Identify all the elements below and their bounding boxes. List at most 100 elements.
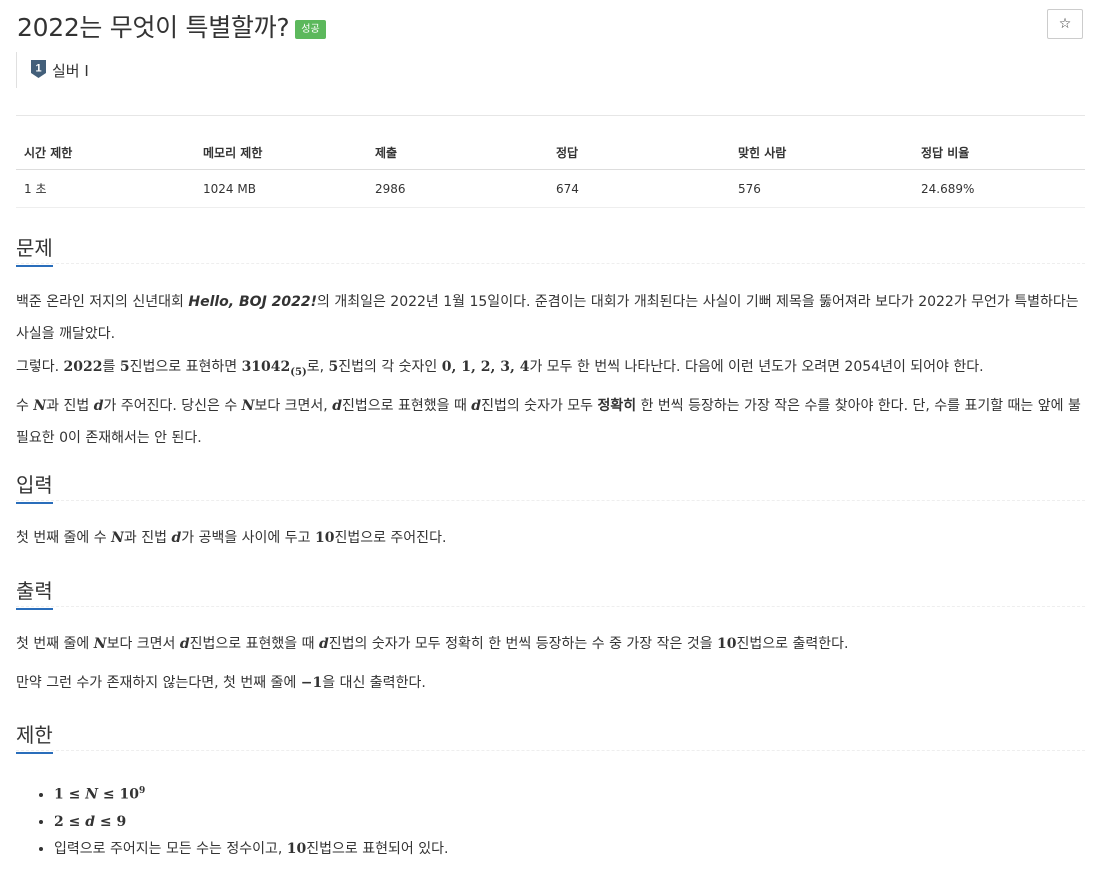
- text: 진법으로 표현했을 때: [342, 398, 472, 414]
- tier-icon-number: 1: [35, 63, 41, 75]
- section-divider: [16, 500, 1085, 501]
- tier-label[interactable]: 실버 I: [52, 60, 89, 81]
- heading-underline: [16, 752, 53, 754]
- memory-limit-value: 1024 MB: [195, 169, 367, 208]
- tier-info: 1 실버 I: [16, 52, 89, 88]
- accept-ratio-value: 24.689%: [913, 169, 1085, 208]
- text: 그렇다.: [16, 359, 64, 375]
- math: 10: [717, 636, 737, 652]
- star-icon: ☆: [1058, 16, 1072, 32]
- section-divider: [16, 263, 1085, 264]
- solved-users-value[interactable]: 576: [730, 169, 913, 208]
- heading-underline: [16, 608, 53, 610]
- math: N: [241, 398, 255, 414]
- list-item: 1 ≤ N ≤ 109: [54, 778, 448, 809]
- output-heading: 출력: [16, 575, 53, 610]
- text: 진법의 숫자가 모두 정확히 한 번씩 등장하는 수 중 가장 작은 것을: [328, 636, 718, 652]
- math: d: [93, 398, 104, 414]
- time-limit-value: 1 초: [16, 169, 195, 208]
- list-item: 2 ≤ d ≤ 9: [54, 809, 448, 836]
- problem-info-table: 시간 제한 메모리 제한 제출 정답 맞힌 사람 정답 비율 1 초 1024 …: [16, 135, 1085, 208]
- text: 진법으로 주어진다.: [334, 530, 447, 546]
- problem-description-p2: 그렇다. 2022를 5진법으로 표현하면 31042(5)로, 5진법의 각 …: [16, 351, 1086, 389]
- text: 입력으로 주어지는 모든 수는 정수이고,: [54, 840, 287, 857]
- text: 가 주어진다. 당신은 수: [103, 398, 242, 414]
- text: 과 진법: [123, 530, 172, 546]
- text: 첫 번째 줄에: [16, 636, 94, 652]
- text: 보다 크면서,: [254, 398, 333, 414]
- math: d: [332, 398, 343, 414]
- problem-description-p3: 수 N과 진법 d가 주어진다. 당신은 수 N보다 크면서, d진법으로 표현…: [16, 390, 1086, 454]
- text: 진법으로 표현하면: [129, 359, 242, 375]
- math: 1 ≤: [54, 786, 86, 803]
- silver-tier-icon: 1: [31, 60, 46, 78]
- text: 진법의 숫자가 모두: [481, 398, 598, 414]
- list-item: 입력으로 주어지는 모든 수는 정수이고, 10진법으로 표현되어 있다.: [54, 836, 448, 863]
- text: 보다 크면서: [106, 636, 180, 652]
- math-subscript: (5): [290, 366, 307, 378]
- math: 5: [328, 359, 339, 375]
- math: N: [33, 398, 47, 414]
- problem-heading-text: 문제: [16, 236, 53, 260]
- text: 을 대신 출력한다.: [322, 675, 426, 691]
- text: 만약 그런 수가 존재하지 않는다면, 첫 번째 줄에: [16, 675, 301, 691]
- math: N: [93, 636, 107, 652]
- math: d: [85, 813, 96, 830]
- math: 10: [286, 840, 307, 857]
- section-divider: [16, 750, 1085, 751]
- accepted-value[interactable]: 674: [548, 169, 730, 208]
- math: d: [171, 530, 182, 546]
- submissions-value[interactable]: 2986: [367, 169, 548, 208]
- math: N: [85, 786, 99, 803]
- output-heading-text: 출력: [16, 579, 53, 603]
- math: ≤ 10: [98, 786, 139, 803]
- problem-title: 2022는 무엇이 특별할까?: [17, 13, 290, 42]
- input-description: 첫 번째 줄에 수 N과 진법 d가 공백을 사이에 두고 10진법으로 주어진…: [16, 522, 1086, 555]
- math: d: [179, 636, 190, 652]
- status-badge: 성공: [295, 19, 326, 39]
- heading-underline: [16, 502, 53, 504]
- math: 10: [314, 530, 335, 546]
- math: 31042: [241, 359, 291, 375]
- math-superscript: 9: [139, 786, 146, 796]
- text: 진법으로 표현되어 있다.: [306, 840, 449, 857]
- text: 로,: [306, 359, 329, 375]
- math: 0, 1, 2, 3, 4: [441, 359, 530, 375]
- heading-underline: [16, 265, 53, 267]
- emphasis: 정확히: [597, 398, 637, 414]
- limit-list: 1 ≤ N ≤ 109 2 ≤ d ≤ 9 입력으로 주어지는 모든 수는 정수…: [16, 778, 448, 863]
- title-row: 2022는 무엇이 특별할까? 성공: [17, 8, 326, 44]
- divider: [16, 115, 1085, 116]
- text: 진법으로 표현했을 때: [189, 636, 319, 652]
- problem-page: 2022는 무엇이 특별할까? 성공 ☆ 1 실버 I 시간 제한 메모리 제한…: [0, 0, 1100, 873]
- table-header-row: 시간 제한 메모리 제한 제출 정답 맞힌 사람 정답 비율: [16, 135, 1085, 170]
- text: 과 진법: [46, 398, 94, 414]
- problem-heading: 문제: [16, 232, 53, 267]
- favorite-button[interactable]: ☆: [1047, 9, 1083, 39]
- header-accepted: 정답: [548, 135, 730, 170]
- math: −1: [300, 675, 323, 691]
- text: 백준 온라인 저지의 신년대회: [16, 294, 189, 310]
- header-submissions: 제출: [367, 135, 548, 170]
- header-solved-users: 맞힌 사람: [730, 135, 913, 170]
- problem-description-p1: 백준 온라인 저지의 신년대회 Hello, BOJ 2022!의 개최일은 2…: [16, 286, 1086, 350]
- limit-heading: 제한: [16, 719, 53, 754]
- input-heading-text: 입력: [16, 473, 53, 497]
- output-description-p1: 첫 번째 줄에 N보다 크면서 d진법으로 표현했을 때 d진법의 숫자가 모두…: [16, 628, 1086, 661]
- text: 가 모두 한 번씩 나타난다. 다음에 이런 년도가 오려면 2054년이 되어…: [529, 359, 984, 375]
- text: 수: [16, 398, 34, 414]
- header-memory-limit: 메모리 제한: [195, 135, 367, 170]
- header-accept-ratio: 정답 비율: [913, 135, 1085, 170]
- math: d: [318, 636, 329, 652]
- math: ≤ 9: [95, 813, 127, 830]
- header-time-limit: 시간 제한: [16, 135, 195, 170]
- contest-name: Hello, BOJ 2022!: [188, 294, 317, 310]
- text: 진법의 각 숫자인: [338, 359, 442, 375]
- math: 5: [119, 359, 130, 375]
- section-divider: [16, 606, 1085, 607]
- table-row: 1 초 1024 MB 2986 674 576 24.689%: [16, 169, 1085, 208]
- input-heading: 입력: [16, 469, 53, 504]
- text: 가 공백을 사이에 두고: [181, 530, 315, 546]
- math: N: [111, 530, 124, 546]
- math: d: [471, 398, 482, 414]
